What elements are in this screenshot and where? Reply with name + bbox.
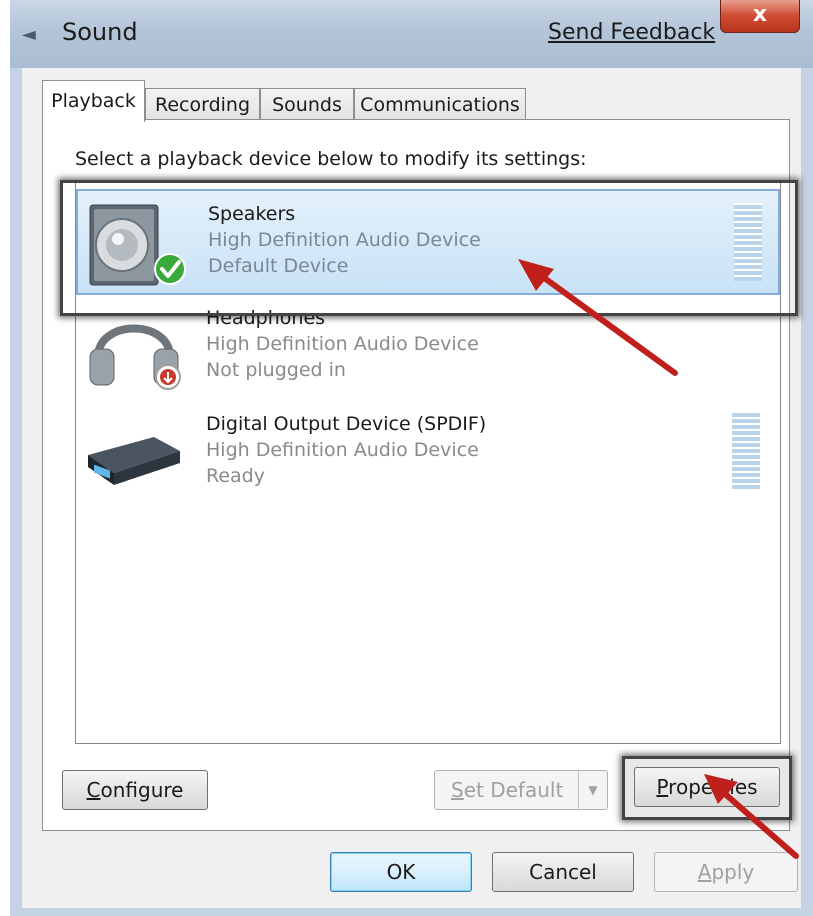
apply-accesskey: A [697, 860, 712, 884]
digital-output-icon [84, 411, 184, 497]
device-name: Digital Output Device (SPDIF) [206, 413, 487, 435]
tab-communications[interactable]: Communications [354, 88, 526, 120]
tab-playback[interactable]: Playback [42, 80, 145, 122]
ok-button[interactable]: OK [330, 852, 472, 892]
apply-label: pply [711, 860, 755, 884]
sound-dialog: ◄ Sound Send Feedback x Playback Recordi… [10, 0, 813, 916]
volume-level-meter [732, 411, 760, 489]
volume-level-meter [734, 203, 762, 281]
properties-button[interactable]: Properties [634, 767, 780, 807]
instruction-text: Select a playback device below to modify… [75, 148, 587, 170]
tab-recording[interactable]: Recording [145, 88, 260, 120]
properties-highlight-box: Properties [622, 756, 792, 820]
device-item-headphones[interactable]: Headphones High Definition Audio Device … [76, 295, 780, 401]
device-description: High Definition Audio Device [206, 333, 479, 355]
speaker-volume-icon: ◄ [22, 24, 36, 45]
device-status: Not plugged in [206, 359, 346, 381]
send-feedback-link[interactable]: Send Feedback [548, 20, 715, 45]
device-description: High Definition Audio Device [208, 229, 481, 251]
playback-panel: Select a playback device below to modify… [42, 119, 790, 831]
headphones-icon [84, 305, 184, 391]
configure-label: onfigure [100, 778, 184, 802]
set-default-label: et Default [463, 778, 564, 802]
device-status: Ready [206, 465, 265, 487]
device-item-speakers[interactable]: Speakers High Definition Audio Device De… [76, 189, 780, 295]
device-name: Headphones [206, 307, 326, 329]
configure-button[interactable]: Configure [62, 770, 208, 810]
tab-sounds[interactable]: Sounds [260, 88, 354, 120]
close-button[interactable]: x [720, 0, 800, 33]
device-list[interactable]: Speakers High Definition Audio Device De… [75, 180, 781, 744]
device-name: Speakers [208, 203, 296, 225]
window-title: Sound [62, 18, 138, 46]
properties-accesskey: P [656, 775, 669, 799]
speaker-icon [86, 201, 186, 287]
device-item-digital-output[interactable]: Digital Output Device (SPDIF) High Defin… [76, 401, 780, 507]
device-status: Default Device [208, 255, 349, 277]
title-bar[interactable]: ◄ Sound Send Feedback x [10, 0, 813, 69]
configure-accesskey: C [86, 778, 101, 802]
set-default-accesskey: S [451, 778, 464, 802]
apply-button[interactable]: Apply [654, 852, 798, 892]
cancel-button[interactable]: Cancel [492, 852, 634, 892]
dropdown-arrow-icon[interactable]: ▼ [578, 771, 607, 809]
properties-label: roperties [668, 775, 758, 799]
device-description: High Definition Audio Device [206, 439, 479, 461]
set-default-button[interactable]: Set Default ▼ [434, 770, 608, 810]
